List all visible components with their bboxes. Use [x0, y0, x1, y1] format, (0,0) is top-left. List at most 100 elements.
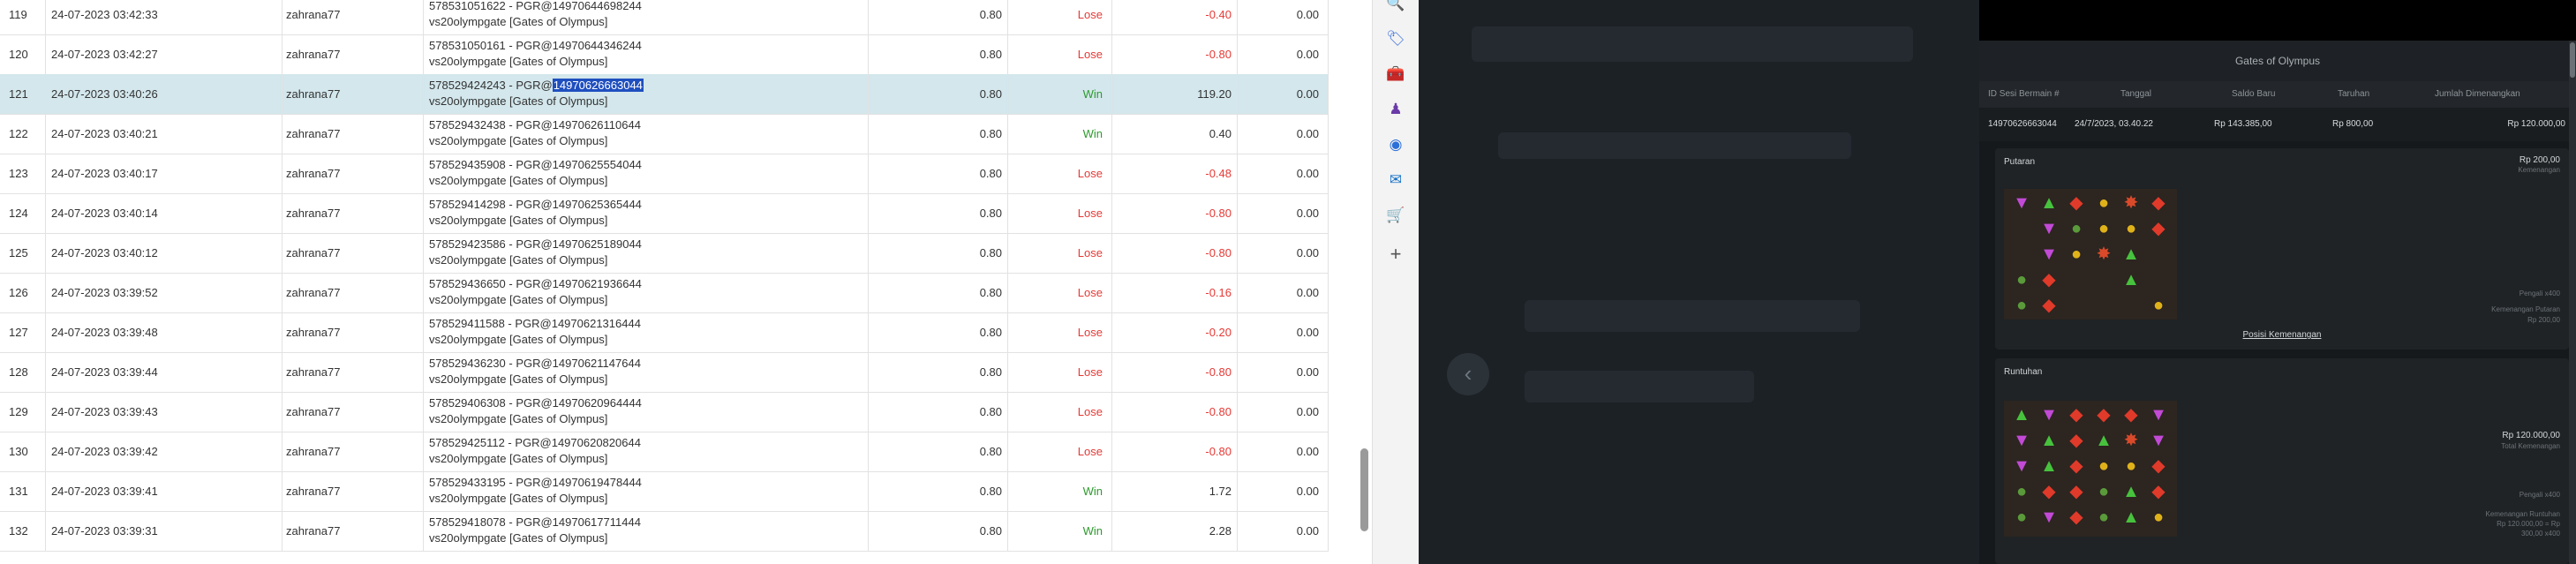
tag-icon[interactable]: 🏷: [1385, 28, 1406, 49]
tumble-multiplier: Pengali x400: [2519, 491, 2560, 499]
outlook-icon[interactable]: ✉: [1385, 169, 1406, 191]
row-jackpot: 0.00: [1238, 273, 1329, 312]
row-bet: 0.80: [869, 154, 1008, 193]
chess-icon[interactable]: ♟: [1385, 99, 1406, 120]
popup-topbar: [1979, 0, 2576, 41]
blurred-background: [1472, 26, 1913, 62]
purple-gem-icon: ▼: [2040, 405, 2058, 425]
blurred-background: [1498, 132, 1851, 159]
table-scrollbar[interactable]: [1356, 0, 1372, 564]
row-win-loss: 1.72: [1112, 471, 1238, 511]
transaction-id: 578529424243 - PGR@14970626663044: [429, 79, 644, 92]
row-description: 578529411588 - PGR@14970621316444 vs20oly…: [424, 312, 869, 352]
tumble-win-label: Kemenangan Runtuhan: [2485, 510, 2560, 518]
row-description: 578529436650 - PGR@14970621936644 vs20oly…: [424, 273, 869, 312]
row-bet: 0.80: [869, 432, 1008, 471]
table-row[interactable]: 129 24-07-2023 03:39:43 zahrana77 578529406…: [0, 392, 1329, 432]
transaction-id: 578529411588 - PGR@14970621316444: [429, 317, 641, 330]
row-jackpot: 0.00: [1238, 312, 1329, 352]
transaction-id: 578529418078 - PGR@14970617711444: [429, 515, 641, 529]
table-row[interactable]: 132 24-07-2023 03:39:31 zahrana77 578529418…: [0, 511, 1329, 552]
row-date: 24-07-2023 03:39:48: [46, 312, 282, 352]
win-value: Rp 120.000,00: [2507, 119, 2565, 129]
row-description: 578529435908 - PGR@14970625554044 vs20oly…: [424, 154, 869, 193]
shopping-icon[interactable]: 🛒: [1385, 205, 1406, 226]
row-date: 24-07-2023 03:40:17: [46, 154, 282, 193]
table-row[interactable]: 125 24-07-2023 03:40:12 zahrana77 578529423…: [0, 233, 1329, 274]
row-result: Win: [1008, 74, 1112, 114]
blurred-background: [1525, 300, 1860, 332]
crown-icon: ✸: [2123, 193, 2139, 213]
ring-icon: ●: [2015, 482, 2028, 501]
transaction-id: 578529436230 - PGR@14970621147644: [429, 357, 641, 370]
winning-positions-link[interactable]: Posisi Kemenangan: [1995, 330, 2569, 340]
row-date: 24-07-2023 03:39:42: [46, 432, 282, 471]
yellow-gem-icon: ●: [2125, 456, 2137, 476]
row-username: zahrana77: [282, 432, 424, 471]
row-jackpot: 0.00: [1238, 352, 1329, 392]
popup-scrollbar[interactable]: [2569, 41, 2576, 564]
row-number: 131: [0, 471, 46, 511]
row-jackpot: 0.00: [1238, 193, 1329, 233]
yellow-gem-icon: ●: [2070, 244, 2083, 264]
row-date: 24-07-2023 03:40:14: [46, 193, 282, 233]
transaction-id: 578531051622 - PGR@14970644698244: [429, 0, 642, 12]
row-date: 24-07-2023 03:39:52: [46, 273, 282, 312]
row-jackpot: 0.00: [1238, 432, 1329, 471]
row-result: Lose: [1008, 233, 1112, 273]
session-id-value: 14970626663044: [1988, 119, 2057, 129]
row-jackpot: 0.00: [1238, 233, 1329, 273]
table-row[interactable]: 119 24-07-2023 03:42:33 zahrana77 578531051…: [0, 0, 1329, 35]
table-row[interactable]: 120 24-07-2023 03:42:27 zahrana77 578531050…: [0, 34, 1329, 75]
spin-win-label: Kemenangan Putaran: [2491, 305, 2560, 313]
row-win-loss: -0.48: [1112, 154, 1238, 193]
row-win-loss: -0.40: [1112, 0, 1238, 34]
row-username: zahrana77: [282, 392, 424, 432]
scrollbar-thumb[interactable]: [1360, 448, 1368, 531]
crown-icon: ✸: [2096, 244, 2112, 264]
purple-gem-icon: ▼: [2040, 244, 2058, 264]
header-balance: Saldo Baru: [2232, 89, 2276, 99]
header-bet: Taruhan: [2338, 89, 2370, 99]
row-bet: 0.80: [869, 34, 1008, 74]
yellow-gem-icon: ●: [2152, 296, 2165, 315]
row-result: Lose: [1008, 352, 1112, 392]
row-date: 24-07-2023 03:40:21: [46, 114, 282, 154]
row-jackpot: 0.00: [1238, 511, 1329, 551]
chrome-icon[interactable]: ◉: [1385, 134, 1406, 155]
popup-scrollbar-thumb[interactable]: [2570, 42, 2575, 78]
row-date: 24-07-2023 03:39:41: [46, 471, 282, 511]
table-row[interactable]: 123 24-07-2023 03:40:17 zahrana77 578529435…: [0, 154, 1329, 194]
yellow-gem-icon: ●: [2152, 508, 2165, 527]
selected-text[interactable]: 14970626663044: [552, 79, 644, 92]
toolbox-icon[interactable]: 🧰: [1385, 64, 1406, 85]
transaction-id: 578529432438 - PGR@14970626110644: [429, 118, 641, 132]
row-date: 24-07-2023 03:39:44: [46, 352, 282, 392]
row-win-loss: -0.80: [1112, 233, 1238, 273]
table-row[interactable]: 126 24-07-2023 03:39:52 zahrana77 578529436…: [0, 273, 1329, 313]
spin-title: Putaran: [2004, 157, 2036, 167]
row-win-loss: -0.80: [1112, 432, 1238, 471]
search-icon[interactable]: 🔍: [1385, 0, 1406, 14]
table-row[interactable]: 130 24-07-2023 03:39:42 zahrana77 578529425…: [0, 432, 1329, 472]
row-bet: 0.80: [869, 471, 1008, 511]
row-description: 578531051622 - PGR@14970644698244 vs20oly…: [424, 0, 869, 34]
yellow-gem-icon: ●: [2125, 219, 2137, 238]
row-description: 578529436230 - PGR@14970621147644 vs20oly…: [424, 352, 869, 392]
blurred-background: [1525, 371, 1754, 402]
spin-section: Putaran Rp 200,00 Kemenangan ▼ ▲ ◆ ● ✸ ◆ ▼ ● ● ● ◆…: [1995, 148, 2569, 350]
row-date: 24-07-2023 03:42:27: [46, 34, 282, 74]
table-row[interactable]: 131 24-07-2023 03:39:41 zahrana77 578529433…: [0, 471, 1329, 512]
yellow-gem-icon: ●: [2098, 456, 2110, 476]
back-arrow-icon[interactable]: ‹: [1447, 353, 1489, 395]
plus-icon[interactable]: +: [1385, 244, 1406, 265]
table-row[interactable]: 124 24-07-2023 03:40:14 zahrana77 578529414…: [0, 193, 1329, 234]
row-description: 578529432438 - PGR@14970626110644 vs20oly…: [424, 114, 869, 154]
table-row[interactable]: 122 24-07-2023 03:40:21 zahrana77 578529432…: [0, 114, 1329, 154]
row-number: 122: [0, 114, 46, 154]
table-row[interactable]: 128 24-07-2023 03:39:44 zahrana77 578529436…: [0, 352, 1329, 393]
row-win-loss: -0.80: [1112, 34, 1238, 74]
table-row[interactable]: 121 24-07-2023 03:40:26 zahrana77 578529424…: [0, 74, 1329, 115]
row-win-loss: 0.40: [1112, 114, 1238, 154]
table-row[interactable]: 127 24-07-2023 03:39:48 zahrana77 578529411…: [0, 312, 1329, 353]
